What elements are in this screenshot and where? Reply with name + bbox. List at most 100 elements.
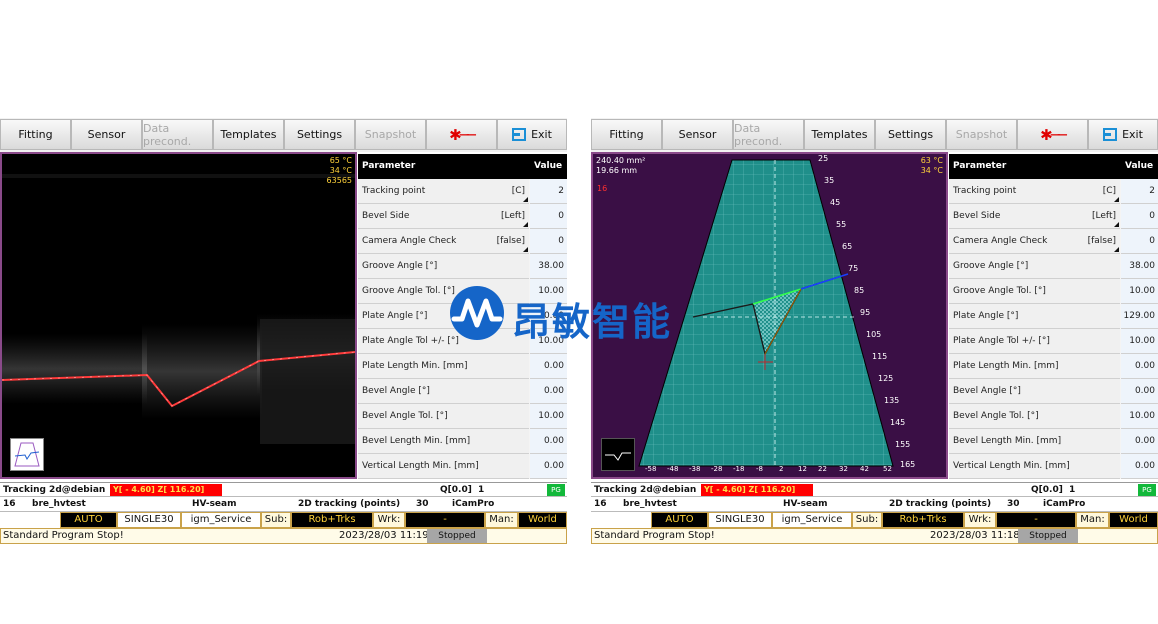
brand-logo-icon [450, 286, 504, 340]
wrk-value: - [405, 512, 485, 528]
single-mode-indicator: SINGLE30 [708, 512, 772, 528]
exit-label: Exit [1122, 128, 1143, 141]
tracking-mode: 2D tracking (points) [298, 499, 401, 509]
table-row[interactable]: Bevel Side [Left] 0 [949, 204, 1158, 229]
snapshot-button[interactable]: Snapshot [355, 119, 426, 150]
temperature-readout: 65 °C 34 °C 63565 [326, 156, 352, 185]
run-state-badge: Stopped [427, 529, 487, 543]
laser-button[interactable]: ✱── [426, 119, 497, 150]
parameter-table: Parameter Value Tracking point [C] 2 Bevel… [949, 154, 1158, 479]
fitting-button[interactable]: Fitting [591, 119, 662, 150]
table-row[interactable]: Groove Angle [°] 38.00 [949, 254, 1158, 279]
exit-label: Exit [531, 128, 552, 141]
laser-button[interactable]: ✱── [1017, 119, 1088, 150]
table-row[interactable]: Bevel Angle [°] 0.00 [358, 379, 567, 404]
datetime: 2023/28/03 11:18 [930, 530, 1020, 541]
area-readout: 240.40 mm² 19.66 mm [596, 156, 646, 175]
table-row[interactable]: Camera Angle Check [false] 0 [358, 229, 567, 254]
brand-logo-watermark: 昂敏智能 [446, 285, 716, 344]
table-row[interactable]: Camera Angle Check [false] 0 [949, 229, 1158, 254]
fitting-button[interactable]: Fitting [0, 119, 71, 150]
table-row[interactable]: Plate Angle [°] 129.00 [949, 304, 1158, 329]
dropdown-corner-icon[interactable] [1114, 222, 1119, 227]
value-column-header: Value [1125, 161, 1154, 171]
service-indicator: igm_Service [181, 512, 261, 528]
auto-mode-indicator: AUTO [60, 512, 117, 528]
table-row[interactable]: Bevel Side [Left] 0 [358, 204, 567, 229]
exit-button[interactable]: Exit [497, 119, 567, 150]
camera-view[interactable]: 65 °C 34 °C 63565 [0, 152, 357, 479]
sub-label: Sub: [261, 512, 291, 528]
program-number: 16 [3, 499, 16, 509]
man-value: World [1109, 512, 1158, 528]
wrk-label: Wrk: [373, 512, 405, 528]
table-row[interactable]: Bevel Angle Tol. [°] 10.00 [358, 404, 567, 429]
table-header: Parameter Value [949, 154, 1158, 179]
count-value: 30 [416, 499, 429, 509]
sensor-button[interactable]: Sensor [71, 119, 142, 150]
dropdown-corner-icon[interactable] [523, 222, 528, 227]
run-state-badge: Stopped [1018, 529, 1078, 543]
table-row[interactable]: Plate Length Min. [mm] 0.00 [358, 354, 567, 379]
table-row[interactable]: Bevel Length Min. [mm] 0.00 [358, 429, 567, 454]
laser-line-image [2, 154, 355, 477]
sub-value: Rob+Trks [291, 512, 373, 528]
dropdown-corner-icon[interactable] [1114, 247, 1119, 252]
mini-profile-icon[interactable] [601, 438, 635, 471]
table-row[interactable]: Bevel Length Min. [mm] 0.00 [949, 429, 1158, 454]
status-bar: Tracking 2d@debian Y[ - 4.60] Z[ 116.20]… [0, 482, 567, 544]
man-value: World [518, 512, 567, 528]
exit-button[interactable]: Exit [1088, 119, 1158, 150]
table-row[interactable]: Bevel Angle [°] 0.00 [949, 379, 1158, 404]
settings-button[interactable]: Settings [875, 119, 946, 150]
data-precond-button[interactable]: Data precond. [733, 119, 804, 150]
camera-name: iCamPro [452, 499, 495, 509]
q-readout: Q[0.0] [1031, 485, 1063, 495]
mini-profile-icon[interactable] [10, 438, 44, 471]
snapshot-button[interactable]: Snapshot [946, 119, 1017, 150]
datetime: 2023/28/03 11:19 [339, 530, 429, 541]
parameter-column-header: Parameter [953, 161, 1007, 171]
dropdown-corner-icon[interactable] [523, 247, 528, 252]
wrk-value: - [996, 512, 1076, 528]
yz-readout: Y[ - 4.60] Z[ 116.20] [110, 484, 222, 496]
host-label: Tracking 2d@debian [594, 485, 697, 495]
table-row[interactable]: Tracking point [C] 2 [358, 179, 567, 204]
table-row[interactable]: Vertical Length Min. [mm] 0.00 [358, 454, 567, 479]
q-number: 1 [1069, 485, 1076, 495]
sub-value: Rob+Trks [882, 512, 964, 528]
pg-badge: PG [1138, 484, 1156, 496]
camera-name: iCamPro [1043, 499, 1086, 509]
value-column-header: Value [534, 161, 563, 171]
sensor-button[interactable]: Sensor [662, 119, 733, 150]
templates-button[interactable]: Templates [213, 119, 284, 150]
table-row[interactable]: Bevel Angle Tol. [°] 10.00 [949, 404, 1158, 429]
exit-icon [1103, 128, 1118, 141]
q-readout: Q[0.0] [440, 485, 472, 495]
single-mode-indicator: SINGLE30 [117, 512, 181, 528]
seam-name: HV-seam [783, 499, 828, 509]
table-row[interactable]: Groove Angle [°] 38.00 [358, 254, 567, 279]
settings-button[interactable]: Settings [284, 119, 355, 150]
templates-button[interactable]: Templates [804, 119, 875, 150]
table-row[interactable]: Tracking point [C] 2 [949, 179, 1158, 204]
parameter-column-header: Parameter [362, 161, 416, 171]
dropdown-corner-icon[interactable] [523, 197, 528, 202]
tracking-mode: 2D tracking (points) [889, 499, 992, 509]
man-label: Man: [1076, 512, 1109, 528]
laser-icon: ✱── [449, 125, 476, 144]
table-row[interactable]: Groove Angle Tol. [°] 10.00 [949, 279, 1158, 304]
table-row[interactable]: Plate Length Min. [mm] 0.00 [949, 354, 1158, 379]
exit-icon [512, 128, 527, 141]
service-indicator: igm_Service [772, 512, 852, 528]
status-bar: Tracking 2d@debian Y[ - 4.60] Z[ 116.20]… [591, 482, 1158, 544]
dropdown-corner-icon[interactable] [1114, 197, 1119, 202]
auto-mode-indicator: AUTO [651, 512, 708, 528]
pg-badge: PG [547, 484, 565, 496]
table-row[interactable]: Vertical Length Min. [mm] 0.00 [949, 454, 1158, 479]
data-precond-button[interactable]: Data precond. [142, 119, 213, 150]
count-value: 30 [1007, 499, 1020, 509]
host-label: Tracking 2d@debian [3, 485, 106, 495]
table-row[interactable]: Plate Angle Tol +/- [°] 10.00 [949, 329, 1158, 354]
program-name: bre_hvtest [623, 499, 677, 509]
